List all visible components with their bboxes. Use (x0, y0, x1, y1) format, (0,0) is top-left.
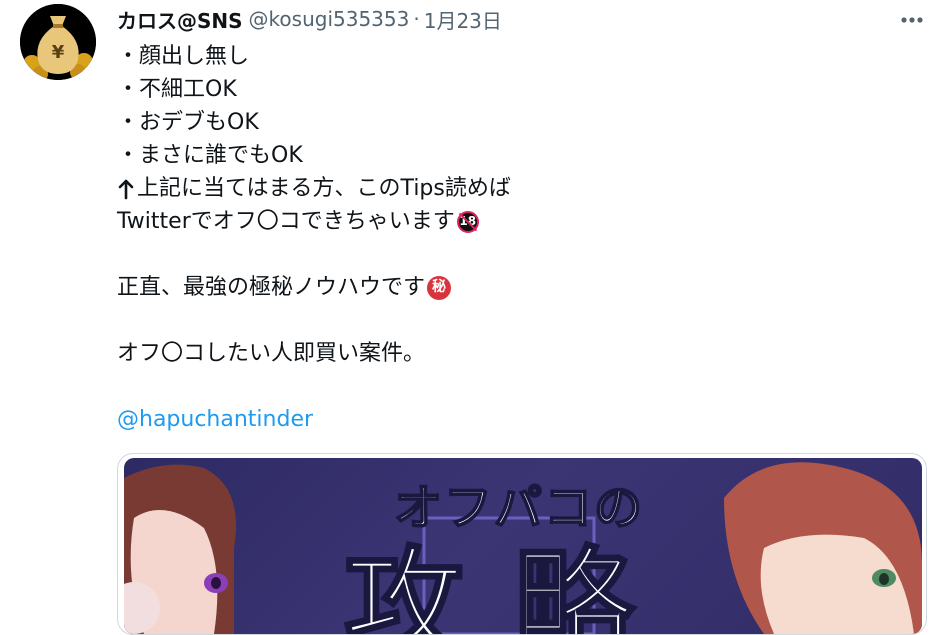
tweet-line: ・まさに誰でもOK (117, 139, 917, 172)
tweet-line: ・おデブもOK (117, 106, 917, 139)
tweet-line-text: 正直、最強の極秘ノウハウです (117, 275, 426, 300)
tweet-line-text: オフ〇コしたい人即買い案件。 (117, 341, 426, 366)
media-image[interactable]: オフパコの 攻略 (124, 458, 922, 634)
media-title-text: オフパコの (393, 479, 645, 537)
user-handle[interactable]: @kosugi535353 (249, 7, 410, 31)
tweet-line-text: Twitterでオフ〇コできちゃいます (117, 209, 455, 234)
tweet-date[interactable]: 1月23日 (424, 5, 502, 34)
ellipsis-icon (901, 17, 923, 23)
media-card[interactable]: オフパコの 攻略 (117, 453, 927, 635)
tweet-text: ・顔出し無し ・不細工OK ・おデブもOK ・まさに誰でもOK 上記に当てはまる… (117, 40, 917, 436)
tweet-line: Twitterでオフ〇コできちゃいます 18 (117, 205, 917, 238)
mention-link[interactable]: @hapuchantinder (117, 403, 313, 436)
no-under-18-icon: 18 (456, 210, 479, 233)
more-options-button[interactable] (892, 8, 932, 32)
up-arrow-icon (118, 179, 134, 199)
tweet-line: ・顔出し無し (117, 40, 917, 73)
tweet-line-text: 上記に当てはまる方、このTips読めば (137, 176, 511, 201)
display-name[interactable]: カロス@SNS (117, 5, 243, 34)
tweet-line: 正直、最強の極秘ノウハウです 秘 (117, 271, 917, 304)
tweet-line-text: ・顔出し無し (117, 44, 250, 69)
money-bag-yen-icon: ¥ (20, 4, 96, 80)
tweet-line: ・不細工OK (117, 73, 917, 106)
tweet-line: オフ〇コしたい人即買い案件。 (117, 337, 917, 370)
tweet-line-text: ・不細工OK (117, 77, 237, 102)
tweet-line-text: ・まさに誰でもOK (117, 143, 303, 168)
secret-icon: 秘 (427, 275, 452, 300)
tweet-line: 上記に当てはまる方、このTips読めば (117, 172, 917, 205)
svg-text:¥: ¥ (52, 42, 65, 63)
avatar[interactable]: ¥ (20, 4, 96, 80)
tweet-line-text: ・おデブもOK (117, 110, 259, 135)
separator-dot: · (413, 7, 420, 31)
tweet-line: @hapuchantinder (117, 403, 917, 436)
tweet-header: カロス@SNS @kosugi535353 · 1月23日 (117, 4, 502, 34)
media-big-text: 攻略 (343, 536, 684, 634)
